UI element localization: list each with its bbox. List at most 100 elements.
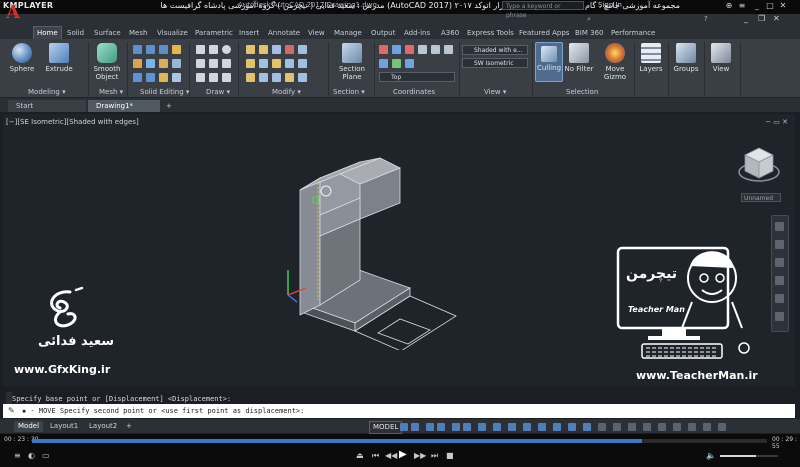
groups-button[interactable]: Groups — [672, 43, 700, 73]
panel-title-section[interactable]: Section ▾ — [333, 88, 365, 96]
ucs-world-icon[interactable] — [392, 45, 401, 54]
zoom-icon[interactable] — [775, 258, 784, 267]
rectangle-icon[interactable] — [209, 59, 218, 68]
array-icon[interactable] — [285, 59, 294, 68]
imprint-icon[interactable] — [159, 73, 168, 82]
interfere-icon[interactable] — [133, 59, 142, 68]
tab-featured-apps[interactable]: Featured Apps — [516, 27, 572, 39]
section-plane-button[interactable]: Section Plane — [334, 43, 370, 81]
panel-title-view[interactable]: View ▾ — [484, 88, 506, 96]
sign-in-button[interactable]: Sign In — [598, 1, 622, 9]
ucs-object-icon[interactable] — [431, 45, 440, 54]
ucs-x-icon[interactable] — [405, 45, 414, 54]
object-snap-icon[interactable] — [478, 423, 486, 431]
panel-title-draw[interactable]: Draw ▾ — [206, 88, 230, 96]
view-button[interactable]: View — [708, 43, 734, 73]
ortho-icon[interactable] — [426, 423, 434, 431]
pin-icon[interactable]: ⊕ — [724, 1, 734, 11]
shell-icon[interactable] — [133, 73, 142, 82]
3d-move-icon[interactable] — [272, 45, 281, 54]
ucs-y-icon[interactable] — [392, 59, 401, 68]
next-icon[interactable]: ⏭ — [431, 451, 438, 461]
panel-title-modeling[interactable]: Modeling ▾ — [28, 88, 66, 96]
scale-icon[interactable] — [272, 59, 281, 68]
gizmo-status-icon[interactable] — [538, 423, 546, 431]
intersect-icon[interactable] — [159, 45, 168, 54]
navbar-settings-icon[interactable] — [775, 312, 784, 321]
customization-icon[interactable] — [718, 423, 726, 431]
rotate-icon[interactable] — [259, 45, 268, 54]
showmotion-icon[interactable] — [775, 294, 784, 303]
model-space-button[interactable]: MODEL — [369, 421, 403, 434]
acad-minimize-icon[interactable]: _ — [744, 14, 748, 23]
annotation-scale-icon[interactable] — [583, 423, 591, 431]
no-filter-button[interactable]: No Filter — [563, 43, 595, 73]
ucs-named-dropdown[interactable]: Top — [379, 72, 455, 82]
annotation-monitor-icon[interactable] — [613, 423, 621, 431]
tab-output[interactable]: Output — [368, 27, 398, 39]
panel-title-modify[interactable]: Modify ▾ — [272, 88, 301, 96]
eject-icon[interactable]: ⏏ — [356, 451, 364, 460]
mirror-icon[interactable] — [259, 59, 268, 68]
tab-surface[interactable]: Surface — [91, 27, 124, 39]
pan-icon[interactable] — [775, 240, 784, 249]
tab-view[interactable]: View — [305, 27, 328, 39]
spline-icon[interactable] — [196, 73, 205, 82]
tab-insert[interactable]: Insert — [236, 27, 262, 39]
trim-icon[interactable] — [272, 73, 281, 82]
steering-wheel-icon[interactable] — [775, 222, 784, 231]
new-layout-button[interactable]: + — [122, 421, 136, 432]
ucs-z-icon[interactable] — [405, 59, 414, 68]
tab-add-ins[interactable]: Add-ins — [401, 27, 433, 39]
fillet-icon[interactable] — [285, 73, 294, 82]
tab-manage[interactable]: Manage — [331, 27, 365, 39]
ucs-view-icon[interactable] — [418, 45, 427, 54]
polyline-icon[interactable] — [209, 45, 218, 54]
fast-forward-icon[interactable]: ▶▶ — [414, 451, 426, 460]
taper-faces-icon[interactable] — [172, 73, 181, 82]
units-icon[interactable] — [628, 423, 636, 431]
snap-icon[interactable] — [411, 423, 419, 431]
tab-bim-360[interactable]: BIM 360 — [572, 27, 607, 39]
close-icon[interactable]: ✕ — [778, 1, 788, 11]
tab-performance[interactable]: Performance — [608, 27, 658, 39]
culling-button[interactable]: Culling — [535, 42, 563, 82]
erase-icon[interactable] — [285, 45, 294, 54]
isolate-objects-icon[interactable] — [673, 423, 681, 431]
quick-properties-icon[interactable] — [643, 423, 651, 431]
panel-title-solid-editing[interactable]: Solid Editing ▾ — [140, 88, 189, 96]
transparency-icon[interactable] — [568, 423, 576, 431]
tab-annotate[interactable]: Annotate — [265, 27, 303, 39]
subtract-icon[interactable] — [146, 45, 155, 54]
search-input[interactable]: Type a keyword or phrase — [502, 1, 584, 19]
line-icon[interactable] — [196, 45, 205, 54]
lock-ui-icon[interactable] — [658, 423, 666, 431]
view-preset-dropdown[interactable]: SW Isometric — [462, 58, 528, 68]
tab-mesh[interactable]: Mesh — [126, 27, 150, 39]
acad-close-icon[interactable]: ✕ — [773, 14, 780, 23]
union-icon[interactable] — [133, 45, 142, 54]
help-icon[interactable]: ? — [704, 15, 708, 23]
chamfer-edge-icon[interactable] — [172, 59, 181, 68]
clean-screen-icon[interactable] — [703, 423, 711, 431]
3d-align-icon[interactable] — [298, 59, 307, 68]
tab-solid[interactable]: Solid — [64, 27, 87, 39]
selection-filter-icon[interactable] — [523, 423, 531, 431]
graphics-performance-icon[interactable] — [688, 423, 696, 431]
player-menu-icon[interactable]: ≡ — [14, 451, 21, 460]
move-gizmo-button[interactable]: Move Gizmo — [600, 43, 630, 81]
play-icon[interactable]: ▶ — [399, 449, 407, 460]
search-icon[interactable]: ⌕ — [587, 15, 591, 24]
ucs-icon[interactable] — [379, 45, 388, 54]
visual-style-dropdown[interactable]: Shaded with e... — [462, 45, 528, 55]
layout-tab-layout2[interactable]: Layout2 — [85, 421, 121, 432]
hatch-icon[interactable] — [222, 73, 231, 82]
tab-express-tools[interactable]: Express Tools — [464, 27, 517, 39]
layers-button[interactable]: Layers — [637, 43, 665, 73]
new-tab-button[interactable]: + — [162, 100, 176, 112]
previous-icon[interactable]: ⏮ — [372, 451, 379, 461]
tab-a360[interactable]: A360 — [438, 27, 462, 39]
player-subtitle-icon[interactable]: ▭ — [42, 451, 50, 460]
customize-icon[interactable]: ✎ — [8, 406, 15, 415]
object-snap-tracking-icon[interactable] — [463, 423, 471, 431]
